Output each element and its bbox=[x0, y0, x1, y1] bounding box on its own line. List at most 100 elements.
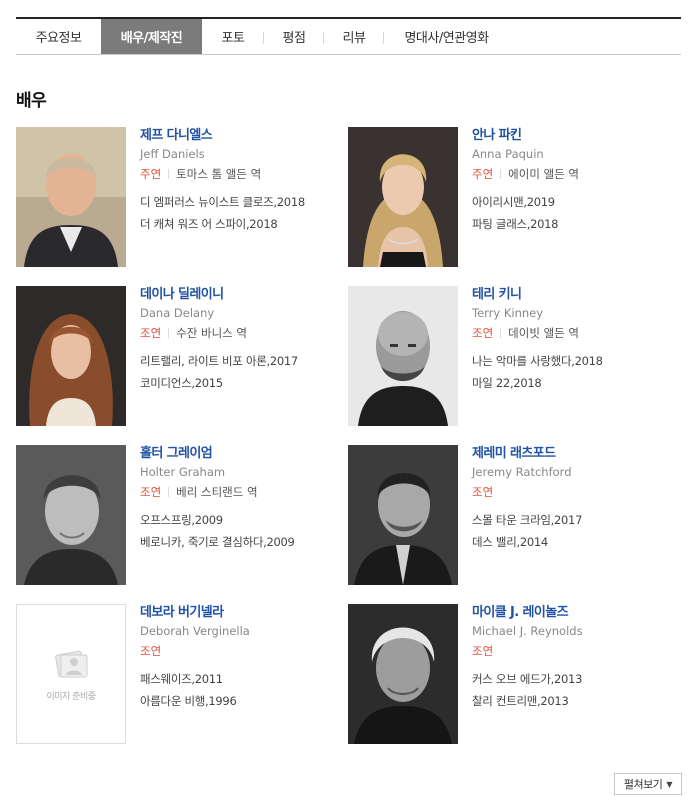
actor-name-link[interactable]: 홀터 그레이엄 bbox=[140, 445, 350, 463]
tab-rating[interactable]: 평점 bbox=[264, 19, 324, 54]
tab-photo[interactable]: 포토 bbox=[202, 19, 264, 54]
role-type: 주연 bbox=[140, 167, 162, 181]
role-row: 조연 bbox=[472, 481, 682, 503]
actor-portrait-image bbox=[348, 604, 458, 744]
role-divider bbox=[500, 169, 502, 179]
filmography-item[interactable]: 파팅 글래스,2018 bbox=[472, 213, 682, 235]
role-row: 주연 에이미 앨든 역 bbox=[472, 163, 682, 185]
actor-photo[interactable] bbox=[348, 604, 458, 744]
image-placeholder-text: 이미지 준비중 bbox=[46, 692, 96, 702]
role-row: 주연 토마스 톰 앨든 역 bbox=[140, 163, 350, 185]
actor-name-link[interactable]: 제프 다니엘스 bbox=[140, 127, 350, 145]
role-type: 조연 bbox=[472, 485, 494, 499]
filmography-item[interactable]: 디 엠퍼러스 뉴이스트 클로즈,2018 bbox=[140, 191, 350, 213]
filmography-item[interactable]: 마일 22,2018 bbox=[472, 372, 682, 394]
tab-label: 리뷰 bbox=[342, 31, 366, 46]
actor-portrait-image bbox=[16, 127, 126, 267]
filmography-item[interactable]: 오프스프링,2009 bbox=[140, 509, 350, 531]
filmography-item[interactable]: 아름다운 비행,1996 bbox=[140, 690, 350, 712]
filmography-item[interactable]: 찰리 컨트리맨,2013 bbox=[472, 690, 682, 712]
role-row: 조연 데이빗 앨든 역 bbox=[472, 322, 682, 344]
actor-portrait-image bbox=[16, 445, 126, 585]
actor-photo[interactable]: 이미지 준비중 bbox=[16, 604, 126, 744]
filmography-item[interactable]: 코미디언스,2015 bbox=[140, 372, 350, 394]
actor-english-name: Terry Kinney bbox=[472, 306, 544, 320]
role-type: 조연 bbox=[140, 485, 162, 499]
role-type: 조연 bbox=[140, 326, 162, 340]
role-row: 조연 bbox=[140, 640, 350, 662]
actor-portrait-image bbox=[348, 286, 458, 426]
actor-english-name: Anna Paquin bbox=[472, 147, 544, 161]
actor-photo[interactable] bbox=[348, 445, 458, 585]
actor-name-link[interactable]: 안나 파킨 bbox=[472, 127, 682, 145]
role-type: 조연 bbox=[140, 644, 162, 658]
actor-portrait-image bbox=[348, 127, 458, 267]
filmography-item[interactable]: 더 캐쳐 워즈 어 스파이,2018 bbox=[140, 213, 350, 235]
actor-english-name: Holter Graham bbox=[140, 465, 226, 479]
role-divider bbox=[168, 169, 170, 179]
filmography-item[interactable]: 스몰 타운 크라임,2017 bbox=[472, 509, 682, 531]
tab-quotes-related[interactable]: 명대사/연관영화 bbox=[384, 19, 509, 54]
actor-card: 제프 다니엘스 Jeff Daniels 주연 토마스 톰 앨든 역 디 엠퍼러스… bbox=[16, 127, 346, 267]
filmography-item[interactable]: 나는 악마를 사랑했다,2018 bbox=[472, 350, 682, 372]
tab-cast-crew[interactable]: 배우/제작진 bbox=[101, 19, 202, 54]
actor-portrait-image bbox=[16, 286, 126, 426]
actor-english-name: Deborah Verginella bbox=[140, 624, 250, 638]
role-name: 데이빗 앨든 역 bbox=[508, 326, 579, 340]
role-row: 조연 bbox=[472, 640, 682, 662]
filmography-item[interactable]: 패스웨이즈,2011 bbox=[140, 668, 350, 690]
role-name: 토마스 톰 앨든 역 bbox=[176, 167, 262, 181]
tab-review[interactable]: 리뷰 bbox=[324, 19, 384, 54]
expand-more-label: 펼쳐보기 bbox=[623, 778, 663, 791]
actor-name-link[interactable]: 제레미 래츠포드 bbox=[472, 445, 682, 463]
actor-card: 마이클 J. 레이놀즈 Michael J. Reynolds 조연 커스 오브… bbox=[348, 604, 678, 744]
actor-card: 데이나 딜레이니 Dana Delany 조연 수잔 바니스 역 리트랠리, 라이… bbox=[16, 286, 346, 426]
tab-main-info[interactable]: 주요정보 bbox=[16, 19, 101, 54]
filmography-item[interactable]: 베로니카, 죽기로 결심하다,2009 bbox=[140, 531, 350, 553]
role-divider bbox=[168, 487, 170, 497]
tab-label: 배우/제작진 bbox=[120, 31, 183, 46]
actor-english-name: Dana Delany bbox=[140, 306, 215, 320]
actor-card: 이미지 준비중 데보라 버기넬라 Deborah Verginella 조연 패… bbox=[16, 604, 346, 744]
tab-label: 명대사/연관영화 bbox=[404, 31, 489, 46]
image-placeholder: 이미지 준비중 bbox=[16, 604, 126, 744]
filmography-item[interactable]: 데스 밸리,2014 bbox=[472, 531, 682, 553]
actor-name-link[interactable]: 데보라 버기넬라 bbox=[140, 604, 350, 622]
actor-photo[interactable] bbox=[16, 127, 126, 267]
tab-label: 평점 bbox=[282, 31, 306, 46]
actor-name-link[interactable]: 테리 키니 bbox=[472, 286, 682, 304]
actor-photo[interactable] bbox=[348, 286, 458, 426]
filmography-item[interactable]: 커스 오브 에드가,2013 bbox=[472, 668, 682, 690]
actor-photo[interactable] bbox=[348, 127, 458, 267]
actor-english-name: Michael J. Reynolds bbox=[472, 624, 583, 638]
role-name: 수잔 바니스 역 bbox=[176, 326, 247, 340]
filmography-item[interactable]: 아이리시맨,2019 bbox=[472, 191, 682, 213]
actor-english-name: Jeremy Ratchford bbox=[472, 465, 572, 479]
role-name: 에이미 앨든 역 bbox=[508, 167, 579, 181]
actor-photo[interactable] bbox=[16, 445, 126, 585]
actor-name-link[interactable]: 데이나 딜레이니 bbox=[140, 286, 350, 304]
role-divider bbox=[500, 328, 502, 338]
role-row: 조연 수잔 바니스 역 bbox=[140, 322, 350, 344]
actor-card: 제레미 래츠포드 Jeremy Ratchford 조연 스몰 타운 크라임,2… bbox=[348, 445, 678, 585]
actor-portrait-image bbox=[348, 445, 458, 585]
tab-label: 주요정보 bbox=[35, 31, 82, 46]
role-row: 조연 베리 스티랜드 역 bbox=[140, 481, 350, 503]
section-title: 배우 bbox=[16, 91, 47, 111]
role-name: 베리 스티랜드 역 bbox=[176, 485, 258, 499]
no-image-icon bbox=[55, 650, 88, 678]
tab-bar: 주요정보 배우/제작진 포토 평점 리뷰 명대사/연관영화 bbox=[16, 17, 681, 55]
actor-card: 안나 파킨 Anna Paquin 주연 에이미 앨든 역 아이리시맨,2019 … bbox=[348, 127, 678, 267]
expand-more-button[interactable]: 펼쳐보기 ▼ bbox=[614, 773, 682, 795]
role-type: 조연 bbox=[472, 326, 494, 340]
role-type: 주연 bbox=[472, 167, 494, 181]
role-divider bbox=[168, 328, 170, 338]
actor-card: 테리 키니 Terry Kinney 조연 데이빗 앨든 역 나는 악마를 사랑했… bbox=[348, 286, 678, 426]
actor-english-name: Jeff Daniels bbox=[140, 147, 205, 161]
actor-photo[interactable] bbox=[16, 286, 126, 426]
actor-card: 홀터 그레이엄 Holter Graham 조연 베리 스티랜드 역 오프스프링,… bbox=[16, 445, 346, 585]
caret-down-icon: ▼ bbox=[666, 779, 673, 789]
filmography-item[interactable]: 리트랠리, 라이트 비포 아론,2017 bbox=[140, 350, 350, 372]
tab-label: 포토 bbox=[221, 31, 245, 46]
actor-name-link[interactable]: 마이클 J. 레이놀즈 bbox=[472, 604, 682, 622]
